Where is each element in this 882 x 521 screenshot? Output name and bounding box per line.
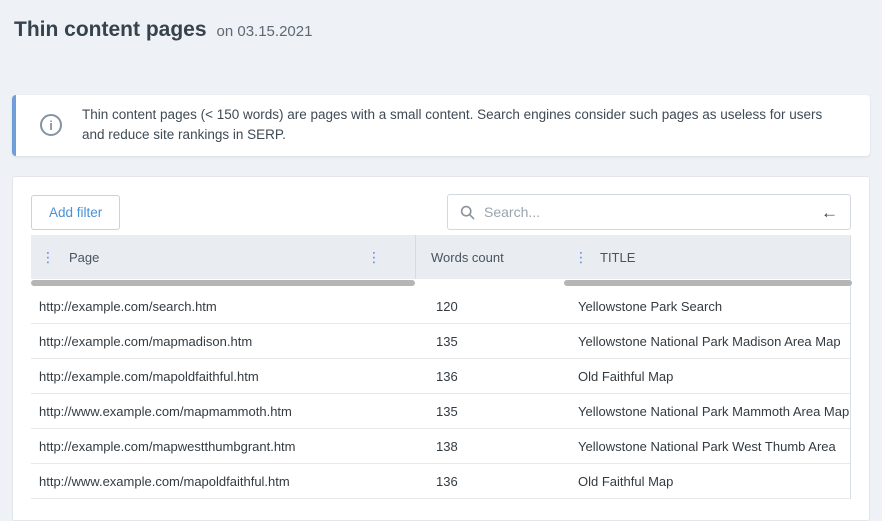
- page-title: Thin content pages: [14, 18, 207, 42]
- page-date: on 03.15.2021: [217, 23, 313, 40]
- cell-page-url: http://example.com/mapwestthumbgrant.htm: [31, 439, 416, 454]
- table-row[interactable]: http://example.com/mapwestthumbgrant.htm…: [31, 429, 850, 464]
- cell-title: Old Faithful Map: [566, 369, 850, 384]
- cell-page-url: http://example.com/search.htm: [31, 299, 416, 314]
- table-row[interactable]: http://www.example.com/mapmammoth.htm135…: [31, 394, 850, 429]
- cell-words-count: 135: [416, 404, 566, 419]
- cell-title: Yellowstone National Park Mammoth Area M…: [566, 404, 850, 419]
- column-menu-icon[interactable]: ⋮: [39, 249, 57, 266]
- column-label-words-count: Words count: [431, 250, 504, 265]
- horizontal-scrollbar: [31, 279, 850, 289]
- cell-words-count: 136: [416, 474, 566, 489]
- toolbar: Add filter ←: [13, 177, 869, 230]
- table-row[interactable]: http://example.com/mapoldfaithful.htm136…: [31, 359, 850, 394]
- arrow-left-icon[interactable]: ←: [821, 204, 838, 221]
- info-banner: i Thin content pages (< 150 words) are p…: [12, 95, 870, 156]
- cell-title: Yellowstone National Park Madison Area M…: [566, 334, 850, 349]
- table-row[interactable]: http://www.example.com/mapoldfaithful.ht…: [31, 464, 850, 499]
- cell-title: Yellowstone Park Search: [566, 299, 850, 314]
- info-banner-text: Thin content pages (< 150 words) are pag…: [82, 105, 846, 146]
- table-body: http://example.com/search.htm120Yellowst…: [31, 289, 850, 499]
- column-label-title: TITLE: [600, 250, 635, 265]
- content-card: Add filter ← ⋮ Page ⋮ Words count: [12, 176, 870, 521]
- cell-words-count: 135: [416, 334, 566, 349]
- column-menu-icon[interactable]: ⋮: [572, 249, 590, 266]
- column-header-page[interactable]: ⋮ Page ⋮: [31, 235, 416, 279]
- search-box[interactable]: ←: [447, 194, 851, 230]
- column-header-words-count[interactable]: Words count: [416, 235, 566, 279]
- cell-words-count: 120: [416, 299, 566, 314]
- column-label-page: Page: [69, 250, 99, 265]
- search-input[interactable]: [484, 204, 812, 220]
- info-icon: i: [40, 114, 62, 136]
- cell-words-count: 138: [416, 439, 566, 454]
- cell-title: Yellowstone National Park West Thumb Are…: [566, 439, 850, 454]
- page-header: Thin content pages on 03.15.2021: [0, 0, 882, 42]
- table-row[interactable]: http://example.com/mapmadison.htm135Yell…: [31, 324, 850, 359]
- table-header: ⋮ Page ⋮ Words count ⋮ TITLE: [31, 235, 850, 279]
- scrollbar-thumb-main[interactable]: [564, 280, 852, 286]
- cell-title: Old Faithful Map: [566, 474, 850, 489]
- column-menu-icon[interactable]: ⋮: [365, 249, 383, 266]
- cell-page-url: http://www.example.com/mapmammoth.htm: [31, 404, 416, 419]
- cell-page-url: http://example.com/mapmadison.htm: [31, 334, 416, 349]
- cell-page-url: http://www.example.com/mapoldfaithful.ht…: [31, 474, 416, 489]
- cell-page-url: http://example.com/mapoldfaithful.htm: [31, 369, 416, 384]
- column-header-title[interactable]: ⋮ TITLE: [566, 235, 850, 279]
- cell-words-count: 136: [416, 369, 566, 384]
- add-filter-button[interactable]: Add filter: [31, 195, 120, 230]
- search-icon: [460, 205, 475, 220]
- scrollbar-thumb-pinned[interactable]: [31, 280, 415, 286]
- results-table: ⋮ Page ⋮ Words count ⋮ TITLE http://exam…: [31, 235, 851, 499]
- table-row[interactable]: http://example.com/search.htm120Yellowst…: [31, 289, 850, 324]
